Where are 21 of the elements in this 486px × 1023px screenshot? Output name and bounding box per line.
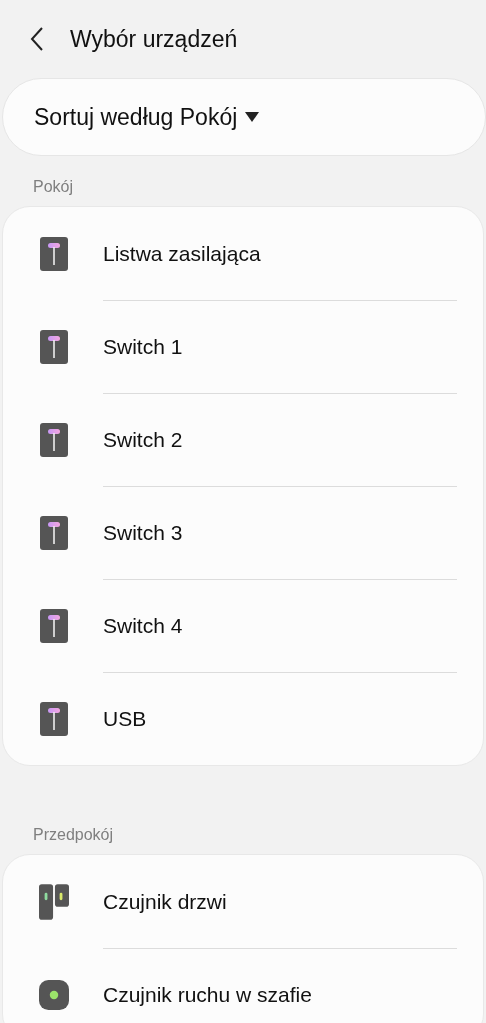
plug-icon (40, 329, 68, 364)
section-title: Przedpokój (32, 825, 115, 845)
device-item[interactable]: Switch 4 (3, 579, 483, 672)
plug-icon (40, 701, 68, 736)
caret-icon (245, 112, 260, 122)
plug-icon (40, 608, 68, 643)
device-item[interactable]: Switch 1 (3, 300, 483, 393)
device-item[interactable]: Listwa zasilająca (3, 207, 483, 300)
plug-icon (40, 236, 68, 271)
device-item[interactable]: Czujnik drzwi (3, 855, 483, 948)
section-title: Pokój (32, 177, 75, 197)
device-item[interactable]: USB (3, 672, 483, 765)
plug-icon (40, 422, 68, 457)
sort-dropdown[interactable]: Sortuj według Pokój (2, 78, 486, 156)
motion-sensor-icon (39, 978, 69, 1011)
door-sensor-icon (39, 882, 69, 921)
device-item[interactable]: Czujnik ruchu w szafie (3, 948, 483, 1023)
plug-icon (40, 515, 68, 550)
device-item[interactable]: Switch 2 (3, 393, 483, 486)
page-title: Wybór urządzeń (70, 24, 238, 54)
device-item[interactable]: Switch 3 (3, 486, 483, 579)
